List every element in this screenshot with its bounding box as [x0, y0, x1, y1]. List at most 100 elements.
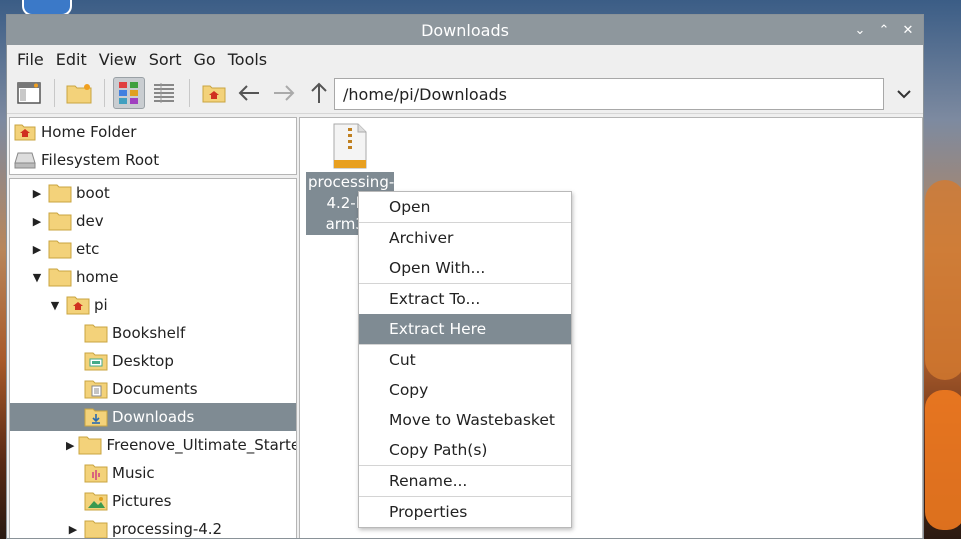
minimize-button[interactable]: ⌄: [853, 23, 867, 38]
documents-folder-icon: [84, 379, 108, 399]
directory-tree: ▶ boot ▶ dev ▶ etc ▼ home ▼ pi Bookshelf: [9, 178, 297, 538]
wallpaper-detail: [925, 390, 961, 530]
back-button[interactable]: [233, 77, 265, 109]
folder-icon: [48, 211, 72, 231]
expander-collapsed-icon[interactable]: ▶: [66, 439, 74, 452]
tree-label: Bookshelf: [112, 324, 186, 342]
toolbar-separator: [189, 79, 190, 107]
list-view-icon: [154, 83, 174, 103]
arrow-left-icon: [238, 85, 259, 101]
menu-item-open[interactable]: Open: [359, 192, 571, 222]
list-view-button[interactable]: [148, 77, 180, 109]
menu-item-open-with[interactable]: Open With...: [359, 253, 571, 283]
wallpaper: [925, 180, 961, 380]
tree-item-desktop[interactable]: Desktop: [10, 347, 296, 375]
home-folder-icon: [66, 295, 90, 315]
expander-collapsed-icon[interactable]: ▶: [30, 187, 44, 200]
tree-label: Music: [112, 464, 155, 482]
expander-collapsed-icon[interactable]: ▶: [30, 243, 44, 256]
expander-collapsed-icon[interactable]: ▶: [66, 523, 80, 536]
music-folder-icon: [84, 463, 108, 483]
tree-item-boot[interactable]: ▶ boot: [10, 179, 296, 207]
archive-file-icon: [333, 123, 367, 169]
tree-item-freenove[interactable]: ▶ Freenove_Ultimate_Starter: [10, 431, 296, 459]
menu-tools[interactable]: Tools: [222, 50, 273, 69]
toolbar-separator: [54, 79, 55, 107]
place-filesystem-root[interactable]: Filesystem Root: [10, 146, 296, 174]
arrow-right-icon: [274, 85, 295, 101]
tree-label: etc: [76, 240, 100, 258]
home-folder-icon: [202, 85, 226, 103]
expander-collapsed-icon[interactable]: ▶: [30, 215, 44, 228]
tree-label: processing-4.2: [112, 520, 223, 538]
tree-label: boot: [76, 184, 110, 202]
toolbar-separator: [104, 79, 105, 107]
home-button[interactable]: [198, 77, 230, 109]
place-label: Filesystem Root: [41, 151, 160, 169]
tree-item-pi[interactable]: ▼ pi: [10, 291, 296, 319]
title-bar[interactable]: Downloads ⌄ ⌃ ✕: [7, 15, 923, 45]
forward-button[interactable]: [268, 77, 300, 109]
menu-sort[interactable]: Sort: [143, 50, 188, 69]
context-menu: Open Archiver Open With... Extract To...…: [358, 191, 572, 528]
new-window-icon: [17, 82, 41, 104]
tree-label: Desktop: [112, 352, 174, 370]
maximize-button[interactable]: ⌃: [877, 23, 891, 38]
tree-item-processing[interactable]: ▶ processing-4.2: [10, 515, 296, 538]
tree-item-downloads[interactable]: Downloads: [10, 403, 296, 431]
tree-item-dev[interactable]: ▶ dev: [10, 207, 296, 235]
location-dropdown-button[interactable]: [891, 81, 917, 107]
tree-label: Freenove_Ultimate_Starter: [106, 436, 297, 454]
menu-item-properties[interactable]: Properties: [359, 497, 571, 527]
expander-expanded-icon[interactable]: ▼: [30, 271, 44, 284]
tree-item-documents[interactable]: Documents: [10, 375, 296, 403]
menu-item-archiver[interactable]: Archiver: [359, 223, 571, 253]
location-input[interactable]: [334, 78, 884, 110]
folder-icon: [84, 519, 108, 538]
tree-label: pi: [94, 296, 108, 314]
menu-item-cut[interactable]: Cut: [359, 345, 571, 375]
tree-item-bookshelf[interactable]: Bookshelf: [10, 319, 296, 347]
menu-item-extract-to[interactable]: Extract To...: [359, 284, 571, 314]
chevron-down-icon: [897, 90, 911, 99]
places-panel: Home Folder Filesystem Root: [9, 117, 297, 175]
expander-expanded-icon[interactable]: ▼: [48, 299, 62, 312]
arrow-up-icon: [311, 82, 327, 103]
up-button[interactable]: [303, 77, 335, 109]
tree-label: Pictures: [112, 492, 172, 510]
menu-bar: File Edit View Sort Go Tools: [7, 45, 923, 73]
window-title: Downloads: [421, 20, 509, 40]
icon-view-icon: [119, 82, 138, 104]
place-label: Home Folder: [41, 123, 137, 141]
folder-icon: [48, 183, 72, 203]
menu-item-move-to-wastebasket[interactable]: Move to Wastebasket: [359, 405, 571, 435]
menu-edit[interactable]: Edit: [50, 50, 93, 69]
menu-item-copy-paths[interactable]: Copy Path(s): [359, 435, 571, 465]
tree-label: Downloads: [112, 408, 195, 426]
close-button[interactable]: ✕: [901, 23, 915, 38]
downloads-folder-icon: [84, 407, 108, 427]
folder-icon: [84, 323, 108, 343]
desktop-folder-icon: [84, 351, 108, 371]
folder-icon: [78, 435, 102, 455]
new-folder-button[interactable]: [63, 77, 95, 109]
menu-go[interactable]: Go: [188, 50, 222, 69]
menu-item-extract-here[interactable]: Extract Here: [359, 314, 571, 344]
tree-item-etc[interactable]: ▶ etc: [10, 235, 296, 263]
drive-icon: [14, 151, 36, 169]
tree-label: Documents: [112, 380, 198, 398]
menu-item-copy[interactable]: Copy: [359, 375, 571, 405]
place-home-folder[interactable]: Home Folder: [10, 118, 296, 146]
menu-file[interactable]: File: [11, 50, 50, 69]
new-window-button[interactable]: [13, 77, 45, 109]
home-folder-icon: [14, 123, 36, 141]
menu-view[interactable]: View: [93, 50, 143, 69]
menu-item-rename[interactable]: Rename...: [359, 466, 571, 496]
tree-item-home[interactable]: ▼ home: [10, 263, 296, 291]
icon-view-button[interactable]: [113, 77, 145, 109]
tree-label: dev: [76, 212, 104, 230]
folder-icon: [48, 267, 72, 287]
tree-item-music[interactable]: Music: [10, 459, 296, 487]
tree-item-pictures[interactable]: Pictures: [10, 487, 296, 515]
folder-icon: [48, 239, 72, 259]
